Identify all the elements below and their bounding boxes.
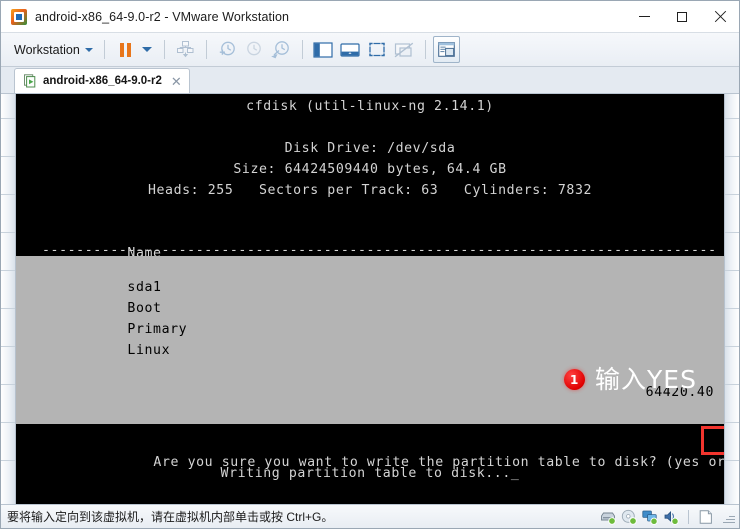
network-adapter-status-icon[interactable] [642,509,658,525]
window-controls [625,1,739,32]
toolbar-divider [301,40,303,59]
clock-wrench-icon [270,41,289,59]
snapshot-manager-button[interactable] [172,37,199,62]
snapshot-tree-icon [176,41,194,58]
pause-dropdown-button[interactable] [139,37,157,62]
clock-plus-icon [220,41,236,56]
show-thumbnail-bar-button[interactable] [337,37,364,62]
chevron-down-icon [84,47,93,52]
manage-snapshots-button[interactable] [268,37,295,62]
vm-tab-strip: android-x86_64-9.0-r2 ✕ [1,67,739,94]
unity-mode-icon [394,42,414,57]
annotation-text: 输入YES [595,365,697,394]
status-icon-group [600,509,737,525]
cd-dvd-status-icon[interactable] [621,509,637,525]
cfdisk-disk-drive-line: Disk Drive: /dev/sda [284,141,456,156]
terminal-cursor: _ [510,466,520,481]
sidebar-panel-icon [313,41,333,58]
show-library-button[interactable] [310,37,337,62]
sound-card-status-icon[interactable] [663,509,679,525]
vm-console-screen[interactable]: cfdisk (util-linux-ng 2.14.1) Disk Drive… [16,94,724,504]
writing-status-text: Writing partition table to disk... [220,466,511,481]
hard-disk-status-icon[interactable] [600,509,616,525]
pause-icon [119,42,131,57]
writing-status-line: Writing partition table to disk..._ [16,463,724,484]
minimize-button[interactable] [625,1,663,32]
cfdisk-terminal: cfdisk (util-linux-ng 2.14.1) Disk Drive… [16,94,724,504]
close-icon [714,11,726,23]
vm-tab[interactable]: android-x86_64-9.0-r2 ✕ [14,68,190,93]
right-rail [724,94,739,504]
toolbar-divider [205,40,207,59]
close-button[interactable] [701,1,739,32]
main-toolbar: Workstation [1,33,739,67]
status-message: 要将输入定向到该虚拟机，请在虚拟机内部单击或按 Ctrl+G。 [7,510,334,524]
close-icon[interactable]: ✕ [171,75,182,88]
toolbar-divider [163,40,165,59]
cell-part-type: Primary [127,322,188,337]
cfdisk-program-line: cfdisk (util-linux-ng 2.14.1) [246,99,494,114]
message-log-status-icon[interactable] [698,509,714,525]
workstation-menu-label: Workstation [14,42,80,57]
minimize-icon [638,16,650,17]
console-view-button[interactable] [432,36,460,63]
pause-vm-button[interactable] [112,37,139,62]
annotation-highlight-box [701,426,724,455]
vm-tab-icon [23,74,37,88]
clock-revert-icon [247,41,262,56]
thumbnail-bar-icon [340,42,360,57]
chevron-down-icon [141,47,152,52]
left-rail [1,94,16,504]
annotation-callout: 1 输入YES [564,365,697,394]
console-view-icon [437,42,455,57]
vmware-workstation-window: android-x86_64-9.0-r2 - VMware Workstati… [0,0,740,529]
unity-mode-button[interactable] [391,37,418,62]
status-divider [688,509,689,524]
full-screen-button[interactable] [364,37,391,62]
cfdisk-geometry-line: Heads: 255 Sectors per Track: 63 Cylinde… [147,183,593,198]
revert-snapshot-button[interactable] [241,37,268,62]
cfdisk-size-line: Size: 64424509440 bytes, 64.4 GB [233,162,507,177]
status-bar: 要将输入定向到该虚拟机，请在虚拟机内部单击或按 Ctrl+G。 [1,504,739,528]
vm-tab-label: android-x86_64-9.0-r2 [43,75,162,87]
title-bar: android-x86_64-9.0-r2 - VMware Workstati… [1,1,739,33]
vmware-logo-icon [11,8,27,25]
window-title: android-x86_64-9.0-r2 - VMware Workstati… [35,9,290,24]
cell-name: sda1 [127,280,162,295]
take-snapshot-button[interactable] [214,37,241,62]
annotation-badge: 1 [564,369,585,390]
vm-viewport-area: cfdisk (util-linux-ng 2.14.1) Disk Drive… [1,94,739,504]
maximize-icon [677,11,687,22]
cell-flags: Boot [127,301,162,316]
resize-grip[interactable] [721,510,735,524]
table-row[interactable]: sda1 Boot Primary Linux 64420.40 [16,256,724,424]
workstation-menu-button[interactable]: Workstation [10,40,97,60]
fullscreen-expand-icon [369,42,386,57]
maximize-button[interactable] [663,1,701,32]
toolbar-divider [424,40,426,59]
cell-fs-type: Linux [127,343,171,358]
toolbar-divider [103,40,105,59]
